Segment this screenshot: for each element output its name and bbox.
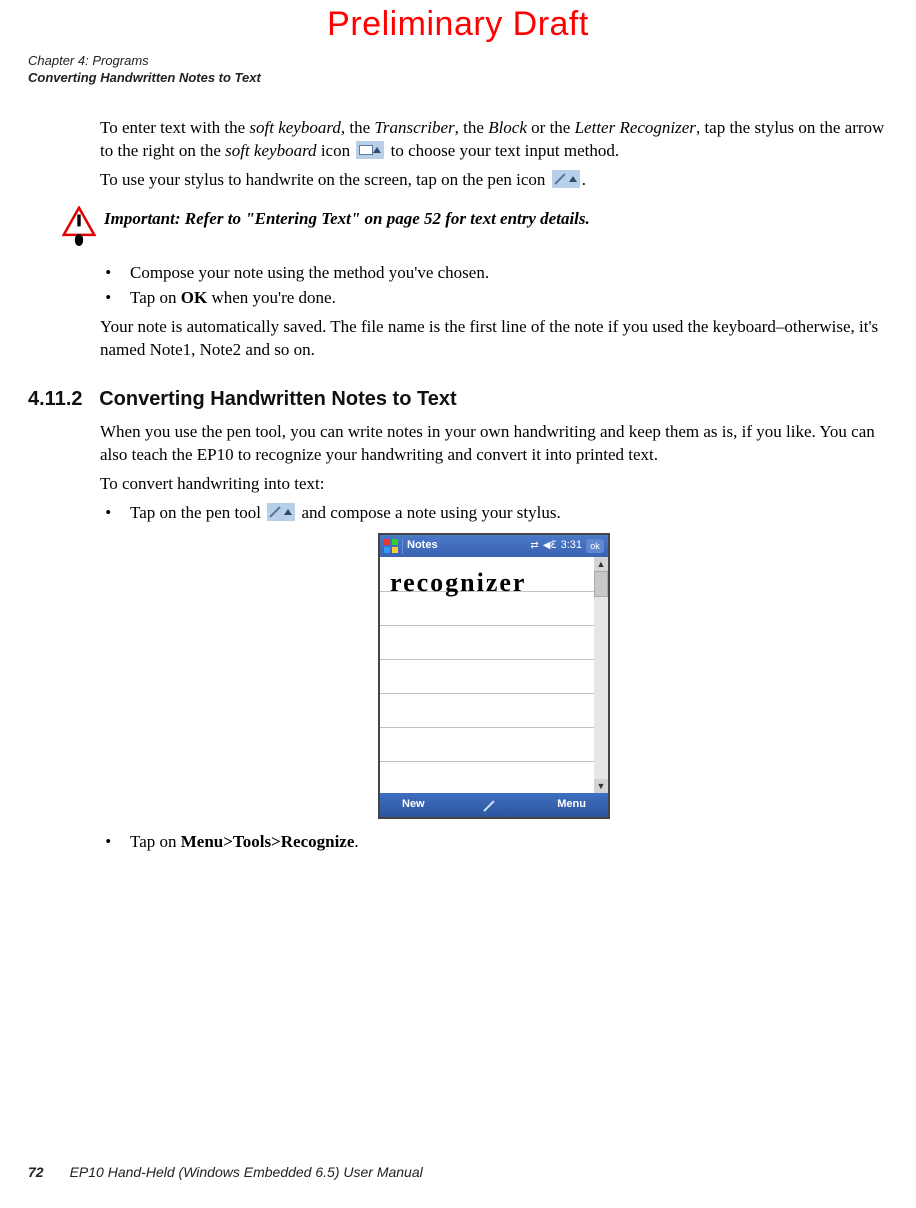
list-item: Tap on OK when you're done. [124, 287, 888, 310]
term-block: Block [488, 118, 527, 137]
connectivity-icon[interactable]: ⇄ [530, 539, 538, 553]
app-title: Notes [407, 538, 438, 553]
windows-mobile-device: Notes ⇄ ◀ℇ 3:31 ok recognizer ▲ [378, 533, 610, 819]
text: to choose your text input method. [386, 141, 619, 160]
softkey-menu[interactable]: Menu [557, 797, 586, 812]
para-5: To convert handwriting into text: [100, 473, 888, 496]
note-canvas-area: recognizer ▲ ▼ [380, 557, 608, 793]
list-item: Tap on the pen tool and compose a note u… [124, 502, 888, 525]
separator [402, 538, 403, 554]
page-number: 72 [28, 1164, 44, 1180]
term-soft-keyboard-2: soft keyboard [225, 141, 316, 160]
manual-title: EP10 Hand-Held (Windows Embedded 6.5) Us… [70, 1164, 423, 1180]
pen-tool-icon [267, 503, 295, 521]
para-3: Your note is automatically saved. The fi… [100, 316, 888, 362]
para-2: To use your stylus to handwrite on the s… [100, 169, 888, 192]
important-callout: Important: Refer to "Entering Text" on p… [62, 206, 888, 249]
section-heading: 4.11.2 Converting Handwritten Notes to T… [28, 386, 888, 413]
menu-path: Menu>Tools>Recognize [181, 832, 355, 851]
watermark-prelim-draft: Preliminary Draft [0, 0, 916, 48]
scroll-track[interactable] [594, 597, 608, 779]
text: Tap on the pen tool [130, 503, 265, 522]
text: , the [341, 118, 375, 137]
list-item: Compose your note using the method you'v… [124, 262, 888, 285]
text: and compose a note using your stylus. [297, 503, 560, 522]
pen-icon [552, 170, 580, 188]
soft-key-bar: New Menu [380, 793, 608, 817]
term-letter-recognizer: Letter Recognizer [575, 118, 696, 137]
clock: 3:31 [561, 538, 582, 553]
term-transcriber: Transcriber [374, 118, 454, 137]
important-text: Important: Refer to "Entering Text" on p… [104, 206, 590, 231]
text: icon [317, 141, 355, 160]
text: Tap on [130, 832, 181, 851]
ok-label: OK [181, 288, 207, 307]
page-footer: 72 EP10 Hand-Held (Windows Embedded 6.5) … [28, 1163, 423, 1182]
ok-button[interactable]: ok [586, 539, 604, 553]
device-screenshot: Notes ⇄ ◀ℇ 3:31 ok recognizer ▲ [100, 533, 888, 819]
soft-keyboard-icon [356, 141, 384, 159]
warning-icon [62, 206, 96, 249]
bullet-list-3: Tap on Menu>Tools>Recognize. [100, 831, 888, 854]
text: To use your stylus to handwrite on the s… [100, 170, 550, 189]
title-bar[interactable]: Notes ⇄ ◀ℇ 3:31 ok [380, 535, 608, 557]
handwritten-text: recognizer [390, 565, 526, 600]
scrollbar[interactable]: ▲ ▼ [594, 557, 608, 793]
term-soft-keyboard: soft keyboard [249, 118, 340, 137]
text: when you're done. [207, 288, 336, 307]
volume-icon[interactable]: ◀ℇ [543, 539, 557, 553]
scroll-down-icon[interactable]: ▼ [594, 779, 608, 793]
text: or the [527, 118, 575, 137]
input-panel-icon[interactable] [484, 798, 498, 812]
page-content: To enter text with the soft keyboard, th… [100, 117, 888, 854]
bullet-list-2: Tap on the pen tool and compose a note u… [100, 502, 888, 525]
start-flag-icon[interactable] [384, 539, 398, 553]
text: Tap on [130, 288, 181, 307]
para-4: When you use the pen tool, you can write… [100, 421, 888, 467]
section-line: Converting Handwritten Notes to Text [28, 69, 916, 87]
bullet-list-1: Compose your note using the method you'v… [100, 262, 888, 310]
text: , the [455, 118, 489, 137]
section-title: Converting Handwritten Notes to Text [99, 388, 456, 410]
running-header: Chapter 4: Programs Converting Handwritt… [28, 52, 916, 87]
text: . [582, 170, 586, 189]
scroll-up-icon[interactable]: ▲ [594, 557, 608, 571]
text: To enter text with the [100, 118, 249, 137]
scroll-thumb[interactable] [594, 571, 608, 597]
note-canvas[interactable]: recognizer [380, 557, 594, 793]
softkey-new[interactable]: New [402, 797, 425, 812]
section-number: 4.11.2 [28, 388, 83, 410]
para-1: To enter text with the soft keyboard, th… [100, 117, 888, 163]
list-item: Tap on Menu>Tools>Recognize. [124, 831, 888, 854]
chapter-line: Chapter 4: Programs [28, 52, 916, 70]
text: . [354, 832, 358, 851]
